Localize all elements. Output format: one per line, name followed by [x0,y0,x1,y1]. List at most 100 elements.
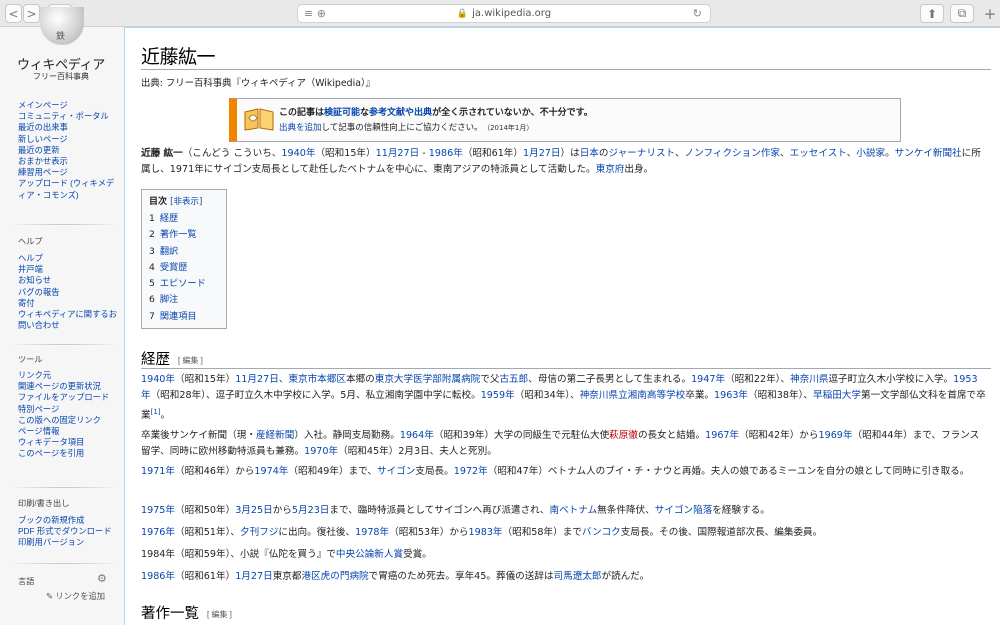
inline-link[interactable]: 1月27日 [523,148,561,159]
new-tab-button[interactable]: + [980,4,1000,23]
verifiability-link[interactable]: 検証可能 [324,108,360,118]
inline-link[interactable]: 神奈川県 [790,374,828,385]
inline-link[interactable]: 虎の門病院 [321,571,369,582]
inline-link[interactable]: 港区 [301,571,320,582]
inline-link[interactable]: 中央公論新人賞 [336,549,403,560]
inline-link[interactable]: 南ベトナム [549,505,597,516]
inline-link[interactable]: 1971年 [141,466,175,477]
toc-link[interactable]: エピソード [160,278,206,289]
toc-item[interactable]: 1 経歴 [149,211,219,227]
inline-link[interactable]: 1976年 [141,527,175,538]
sidebar-item[interactable]: この版への固定リンク [18,415,118,426]
inline-link[interactable]: 1975年 [141,505,175,516]
sidebar-item[interactable]: 印刷用バージョン [18,537,118,548]
inline-link[interactable]: 1969年 [819,430,853,441]
inline-link[interactable]: 1974年 [254,466,288,477]
sidebar-item[interactable]: 関連ページの更新状況 [18,381,118,392]
sidebar-item[interactable]: 井戸端 [18,264,118,275]
toc-link[interactable]: 受賞歴 [160,262,188,273]
edit-section-link[interactable]: [ 編集 ] [178,356,203,365]
inline-link[interactable]: サイゴン陥落 [655,505,713,516]
inline-link[interactable]: 1964年 [400,430,434,441]
inline-link[interactable]: 司馬遼太郎 [554,571,602,582]
inline-link[interactable]: 東京大学医学部附属病院 [375,374,481,385]
sidebar-item[interactable]: 最近の出来事 [18,122,118,133]
inline-link[interactable]: 東京市 [288,374,317,385]
inline-link[interactable]: 早稲田大学 [813,390,861,401]
sidebar-item[interactable]: このページを引用 [18,448,118,459]
add-source-link[interactable]: 出典を追加 [279,123,322,133]
sidebar-item[interactable]: メインページ [18,100,118,111]
sidebar-item[interactable]: ページ情報 [18,426,118,437]
inline-link[interactable]: 3月25日 [235,505,273,516]
inline-link[interactable]: 1月27日 [235,571,273,582]
sources-link[interactable]: 参考文献や出典 [369,108,432,118]
sidebar-item[interactable]: ヘルプ [18,253,118,264]
sidebar-item[interactable]: ウィキデータ項目 [18,437,118,448]
sidebar-item[interactable]: 寄付 [18,298,118,309]
inline-link[interactable]: 11月27日 [235,374,279,385]
toc-link[interactable]: 経歴 [160,213,178,224]
toc-link[interactable]: 脚注 [160,294,178,305]
add-links-link[interactable]: ✎ リンクを追加 [46,590,105,602]
inline-link[interactable]: 萩原徹 [609,430,638,441]
sidebar-item[interactable]: お知らせ [18,275,118,286]
inline-link[interactable]: 11月27日 [376,148,420,159]
sidebar-item[interactable]: 新しいページ [18,134,118,145]
inline-link[interactable]: 1967年 [705,430,739,441]
inline-link[interactable]: 本郷区 [317,374,346,385]
inline-link[interactable]: 1959年 [481,390,515,401]
toc-item[interactable]: 7 関連項目 [149,309,219,325]
toc-item[interactable]: 4 受賞歴 [149,260,219,276]
sidebar-item[interactable]: ウィキペディアに関するお問い合わせ [18,309,118,331]
inline-link[interactable]: [1] [151,408,161,416]
inline-link[interactable]: 産経新聞 [256,430,294,441]
inline-link[interactable]: 1963年 [714,390,748,401]
inline-link[interactable]: ジャーナリスト [608,148,674,159]
inline-link[interactable]: 1940年 [141,374,175,385]
inline-link[interactable]: 1947年 [691,374,725,385]
toc-item[interactable]: 6 脚注 [149,292,219,308]
toc-item[interactable]: 3 翻訳 [149,244,219,260]
sidebar-item[interactable]: PDF 形式でダウンロード [18,526,118,537]
sidebar-item[interactable]: ファイルをアップロード [18,392,118,403]
sidebar-item[interactable]: 最近の更新 [18,145,118,156]
toc-item[interactable]: 5 エピソード [149,276,219,292]
sidebar-item[interactable]: アップロード (ウィキメディア・コモンズ) [18,178,118,200]
gear-icon[interactable]: ⚙ [97,572,107,585]
inline-link[interactable]: 1978年 [355,527,389,538]
inline-link[interactable]: 1983年 [469,527,503,538]
inline-link[interactable]: 1986年 [429,148,463,159]
inline-link[interactable]: 1970年 [304,446,338,457]
inline-link[interactable]: バンコク [582,527,621,538]
inline-link[interactable]: サンケイ新聞社 [895,148,962,159]
wikipedia-logo[interactable]: 鉄 ウィキペディア フリー百科事典 [16,7,106,107]
share-button[interactable]: ⬆ [920,4,944,23]
inline-link[interactable]: 1940年 [281,148,315,159]
inline-link[interactable]: ノンフィクション作家 [685,148,780,159]
reload-icon[interactable]: ↻ [693,7,702,20]
sidebar-item[interactable]: コミュニティ・ポータル [18,111,118,122]
inline-link[interactable]: 1986年 [141,571,175,582]
toc-toggle-link[interactable]: [非表示] [170,197,202,207]
sidebar-item[interactable]: 特別ページ [18,404,118,415]
page-menu-icon[interactable]: ≡ ⊕ [304,7,326,20]
toc-link[interactable]: 関連項目 [160,311,197,322]
sidebar-item[interactable]: リンク元 [18,370,118,381]
sidebar-item[interactable]: 練習用ページ [18,167,118,178]
sidebar-item[interactable]: バグの報告 [18,287,118,298]
toc-link[interactable]: 著作一覧 [160,229,197,240]
sidebar-item[interactable]: おまかせ表示 [18,156,118,167]
inline-link[interactable]: 東京府 [596,164,625,175]
inline-link[interactable]: サイゴン [377,466,415,477]
toc-item[interactable]: 2 著作一覧 [149,227,219,243]
inline-link[interactable]: 神奈川県立湘南高等学校 [580,390,686,401]
toc-link[interactable]: 翻訳 [160,246,178,257]
citation-ref[interactable]: [1] [151,408,161,416]
inline-link[interactable]: 小説家 [856,148,885,159]
inline-link[interactable]: エッセイスト [790,148,847,159]
inline-link[interactable]: 5月23日 [292,505,330,516]
inline-link[interactable]: 1972年 [454,466,488,477]
edit-section-link[interactable]: [ 編集 ] [207,610,232,619]
address-bar[interactable]: ≡ ⊕ 🔒 ja.wikipedia.org ↻ [297,4,711,23]
